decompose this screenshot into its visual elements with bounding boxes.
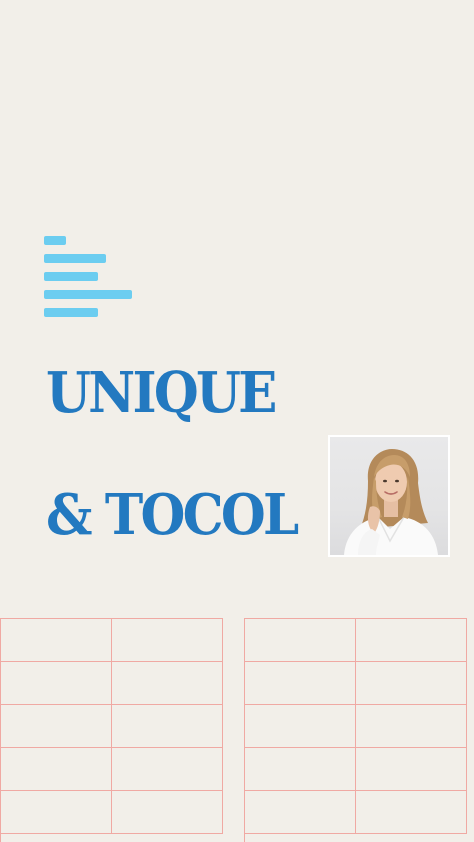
grid-cell [112,748,223,791]
title-line-1: UNIQUE [46,360,277,426]
portrait-illustration [344,449,438,555]
grid-cell [245,662,356,705]
grid-cell [356,662,467,705]
grid-cell [112,705,223,748]
bar-chart-lines-icon [44,236,134,320]
bar-line [44,290,132,299]
grid-cell [356,705,467,748]
portrait-photo [328,435,450,557]
grid-cell [245,705,356,748]
grid-cell [356,619,467,662]
grid-cell [1,791,112,834]
grid-panel-right [244,618,467,842]
bar-line [44,254,106,263]
page-title: UNIQUE & TOCOL [46,360,299,548]
grid-cell [112,662,223,705]
grid-panel-left [0,618,223,842]
bar-line [44,308,98,317]
grid-cell [112,619,223,662]
grid-cell [245,791,356,834]
grid-cell [1,705,112,748]
grid-cell [356,748,467,791]
grid-cell [356,791,467,834]
grid-cell [1,748,112,791]
grid-cell [1,619,112,662]
title-line-2: & TOCOL [46,482,299,548]
grid-cell [1,662,112,705]
grid-cell [112,791,223,834]
grid-cell [245,619,356,662]
bar-line [44,272,98,281]
grid-cell [245,748,356,791]
bar-line [44,236,66,245]
